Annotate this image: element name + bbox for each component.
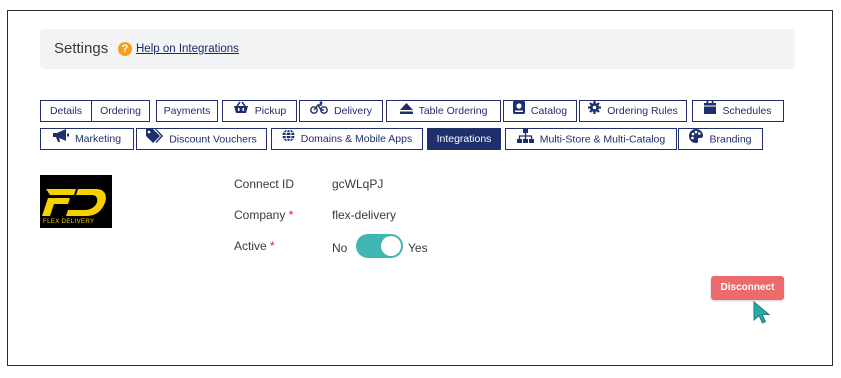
connect-id-label: Connect ID	[234, 177, 295, 191]
tab-discount-vouchers[interactable]: Discount Vouchers	[136, 128, 267, 150]
shopping-basket-icon	[233, 101, 249, 121]
bicycle-icon	[310, 101, 328, 121]
tab-catalog[interactable]: Catalog	[503, 100, 577, 122]
connect-id-value: gcWLqPJ	[332, 177, 384, 191]
active-label-text: Active	[234, 239, 267, 253]
tab-label: Table Ordering	[418, 105, 488, 118]
mouse-cursor-icon	[752, 300, 774, 331]
company-label: Company *	[234, 208, 293, 222]
tab-schedules[interactable]: Schedules	[692, 100, 784, 122]
tab-label: Schedules	[722, 105, 772, 118]
tab-label: Ordering	[100, 105, 141, 118]
tab-payments[interactable]: Payments	[156, 100, 218, 122]
logo-text: FLEX DELIVERY	[43, 219, 95, 225]
disconnect-button[interactable]: Disconnect	[711, 276, 784, 300]
help-link[interactable]: Help on Integrations	[136, 43, 239, 55]
tab-label: Integrations	[436, 133, 492, 146]
tab-label: Ordering Rules	[607, 105, 678, 118]
tab-pickup[interactable]: Pickup	[222, 100, 297, 122]
tab-domains-mobile-apps[interactable]: Domains & Mobile Apps	[271, 128, 423, 150]
tab-ordering[interactable]: Ordering	[91, 100, 150, 122]
tab-integrations[interactable]: Integrations	[427, 128, 501, 150]
globe-icon	[282, 129, 295, 149]
tab-marketing[interactable]: Marketing	[40, 128, 134, 150]
active-label: Active *	[234, 239, 275, 253]
tab-label: Pickup	[254, 105, 287, 118]
tab-label: Domains & Mobile Apps	[300, 133, 413, 146]
toggle-knob	[381, 236, 401, 256]
tab-label: Branding	[709, 133, 752, 146]
active-toggle[interactable]	[356, 234, 403, 258]
calendar-icon	[704, 101, 717, 121]
flex-delivery-logo: FLEX DELIVERY	[40, 175, 112, 228]
tab-branding[interactable]: Branding	[678, 128, 763, 150]
palette-icon	[689, 129, 704, 150]
tab-label: Payments	[163, 105, 211, 118]
tab-label: Discount Vouchers	[169, 133, 257, 146]
company-label-text: Company	[234, 208, 286, 222]
tab-ordering-rules[interactable]: Ordering Rules	[579, 100, 687, 122]
help-icon[interactable]: ?	[118, 42, 132, 56]
tab-label: Details	[49, 105, 83, 118]
tab-label: Marketing	[74, 133, 122, 146]
catalog-icon	[512, 101, 525, 121]
page-title: Settings	[54, 40, 109, 57]
required-mark: *	[288, 208, 294, 222]
tab-label: Delivery	[334, 105, 372, 118]
tab-label: Catalog	[530, 105, 568, 118]
company-value: flex-delivery	[332, 208, 397, 222]
toggle-on-label: Yes	[408, 241, 428, 255]
eject-icon	[399, 101, 413, 121]
toggle-off-label: No	[332, 241, 348, 255]
tab-details[interactable]: Details	[40, 100, 92, 122]
settings-header: Settings ? Help on Integrations	[40, 29, 795, 69]
sitemap-icon	[516, 129, 534, 150]
tab-table-ordering[interactable]: Table Ordering	[386, 100, 501, 122]
gear-icon	[588, 101, 602, 121]
tags-icon	[146, 129, 164, 150]
megaphone-icon	[52, 129, 69, 149]
tab-multi-store-multi-catalog[interactable]: Multi-Store & Multi-Catalog	[505, 128, 677, 150]
required-mark: *	[270, 239, 275, 253]
tab-delivery[interactable]: Delivery	[299, 100, 383, 122]
tab-label: Multi-Store & Multi-Catalog	[539, 133, 666, 146]
